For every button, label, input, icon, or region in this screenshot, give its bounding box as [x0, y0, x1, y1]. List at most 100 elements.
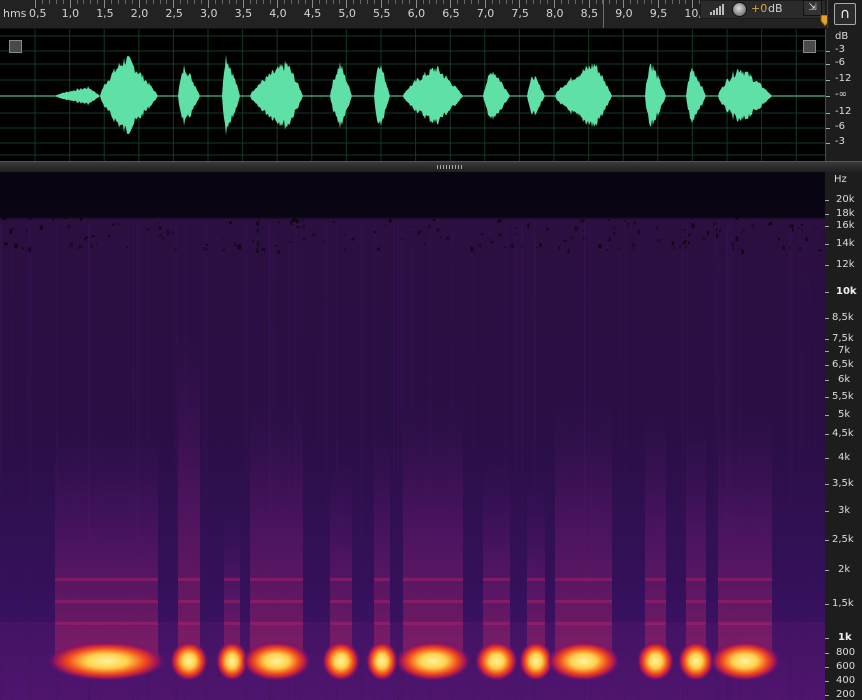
ruler-minor-tick — [111, 0, 113, 4]
spectrogram-noise — [302, 224, 305, 229]
spectrogram-noise — [498, 218, 502, 223]
level-bars-icon — [710, 4, 724, 15]
ruler-minor-tick — [643, 0, 645, 4]
spectrogram-noise — [567, 248, 570, 254]
spectrogram-noise — [563, 240, 567, 242]
spectrogram-harmonic-line — [224, 578, 240, 581]
hz-scale-tick — [825, 397, 829, 398]
hz-scale-label: 200 — [836, 689, 856, 700]
spectrogram-noise — [539, 242, 542, 247]
ruler-minor-tick — [180, 0, 182, 4]
spectrogram-noise — [2, 217, 7, 221]
hz-scale-label: 2,5k — [832, 534, 854, 545]
ruler-minor-tick — [249, 0, 251, 4]
ruler-minor-tick — [401, 0, 403, 4]
ruler-minor-tick — [221, 0, 223, 4]
hz-scale-label: 18k — [836, 208, 855, 219]
hz-scale-tick — [825, 380, 829, 381]
pin-button[interactable]: ⇲ — [803, 0, 822, 16]
ruler-time-label: 3,0 — [200, 7, 218, 20]
ruler-minor-tick — [540, 0, 542, 4]
ruler-time-label: 3,5 — [234, 7, 253, 20]
spectrogram-harmonic-line — [686, 622, 706, 625]
spectrogram-noise — [536, 246, 539, 249]
spectrogram-harmonic-line — [645, 578, 666, 581]
hz-scale-tick — [825, 458, 829, 459]
ruler-minor-tick — [201, 0, 203, 4]
spectrogram-hz-scale: Hz 20k 18k 16k 14k 12k 10k 8,5k 7,5k 7k 6,5k 6k 5,5k… — [825, 172, 862, 700]
spectrogram-noise — [222, 249, 225, 252]
pin-icon: ⇲ — [808, 2, 817, 13]
hz-scale-label: 1,5k — [832, 598, 854, 609]
spectrogram-noise — [278, 221, 281, 224]
gain-value[interactable]: +0 — [751, 2, 767, 15]
spectrogram-harmonic-line — [330, 600, 352, 603]
spectrogram-noise — [436, 228, 440, 232]
waveform-view[interactable] — [0, 29, 825, 161]
ruler-time-label: 7,5 — [511, 7, 529, 20]
spectrogram-noise — [353, 236, 357, 238]
ruler-minor-tick — [263, 0, 265, 4]
ruler-minor-tick — [685, 0, 687, 4]
spectrogram-noise — [632, 242, 635, 247]
spectrogram-harmonic-line — [483, 578, 510, 581]
spectrogram-formant — [47, 641, 166, 681]
spectrogram-noise — [817, 249, 822, 251]
ruler-minor-tick — [664, 0, 666, 4]
spectrogram-harmonic-column — [178, 332, 200, 662]
ruler-minor-tick — [526, 0, 528, 4]
ruler-minor-tick — [637, 0, 639, 4]
ruler-minor-tick — [443, 0, 445, 4]
spectrogram-harmonic-column — [374, 432, 390, 662]
spectrogram-noise — [39, 225, 43, 230]
hz-scale-label: 800 — [836, 647, 856, 658]
spectrogram-noise — [158, 227, 162, 230]
ruler-time-label: 7,0 — [476, 7, 495, 20]
ruler-minor-tick — [166, 0, 168, 4]
spectrogram-formant — [366, 641, 398, 681]
ruler-minor-tick — [256, 0, 258, 4]
ruler-minor-tick — [374, 0, 376, 4]
ruler-minor-tick — [325, 0, 327, 4]
spectrogram-noise — [688, 233, 691, 237]
ruler-minor-tick — [457, 0, 459, 4]
playhead-line[interactable] — [603, 0, 604, 28]
spectrogram-noise — [741, 229, 745, 232]
headphones-button[interactable]: ∩ — [827, 0, 862, 28]
spectrogram-noise — [157, 222, 159, 224]
spectrogram-harmonic-line — [250, 600, 303, 603]
spectrogram-noise — [735, 236, 739, 242]
spectrogram-noise — [79, 216, 83, 221]
zoom-corner-right-icon[interactable] — [803, 40, 816, 53]
spectrogram-noise — [691, 223, 695, 228]
scale-tick — [826, 96, 830, 97]
hz-scale-label: 8,5k — [832, 312, 854, 323]
hz-scale-tick — [825, 318, 829, 319]
spectrogram-harmonic-line — [330, 578, 352, 581]
ruler-minor-tick — [505, 0, 507, 4]
hz-scale-tick — [825, 415, 829, 416]
spectrogram-noise — [801, 229, 803, 232]
spectrogram-harmonic-line — [645, 622, 666, 625]
ruler-minor-tick — [159, 0, 161, 4]
spectrogram-noise — [481, 233, 483, 236]
spectrogram-noise — [626, 222, 629, 227]
spectrogram-noise — [112, 223, 115, 226]
spectrogram-noise — [388, 219, 392, 223]
spectrogram-noise — [290, 220, 292, 223]
ruler-time-label: 8,5 — [580, 7, 599, 20]
spectrogram-view[interactable] — [0, 172, 825, 700]
spectrogram-noise — [322, 240, 325, 242]
spectrogram-formant — [710, 641, 780, 681]
splitter-grip-icon[interactable] — [437, 165, 463, 169]
spectrogram-noise — [302, 238, 306, 241]
ruler-time-label: 2,0 — [130, 7, 149, 20]
spectrogram-noise — [707, 231, 709, 236]
hz-scale-label: 4k — [838, 452, 851, 463]
spectrogram-noise — [63, 216, 67, 219]
zoom-corner-left-icon[interactable] — [9, 40, 22, 53]
spectrogram-harmonic-line — [374, 622, 390, 625]
scale-tick — [826, 128, 830, 129]
gain-knob-icon[interactable] — [732, 2, 747, 17]
spectrogram-noise — [613, 232, 616, 236]
